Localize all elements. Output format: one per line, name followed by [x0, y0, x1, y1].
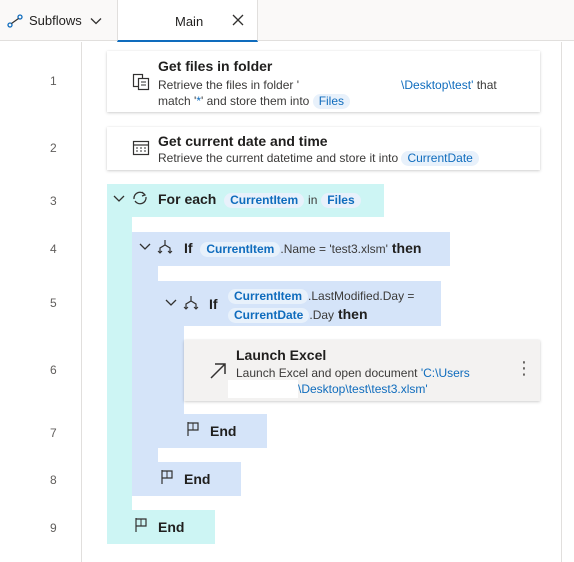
- tab-bar: Subflows Main: [0, 0, 574, 42]
- keyword-then: then: [337, 306, 368, 322]
- condition-text: .LastModified.Day =: [308, 289, 415, 303]
- line-number: 3: [50, 194, 57, 208]
- action-description-line2: \Desktop\test\test3.xlsm': [228, 380, 428, 398]
- action-description-line2: match '*' and store them into Files: [158, 92, 351, 110]
- folder-path: \Desktop\test': [401, 78, 474, 92]
- keyword-if: If: [209, 296, 218, 312]
- action-description: Retrieve the current datetime and store …: [158, 149, 479, 167]
- action-get-current-date-time[interactable]: Get current date and time Retrieve the c…: [107, 127, 540, 170]
- desc-text: Retrieve the current datetime and store …: [158, 151, 399, 165]
- end-label: End: [158, 519, 185, 535]
- condition-text: .Name = 'test3.xlsm': [280, 242, 388, 256]
- action-title: Launch Excel: [236, 347, 327, 363]
- chevron-down-icon[interactable]: [113, 194, 125, 204]
- action-title: Get files in folder: [158, 58, 273, 74]
- canvas-border: [561, 42, 562, 562]
- variable-current-item[interactable]: CurrentItem: [228, 289, 309, 304]
- if-condition-nested: CurrentItem .LastModified.Day = CurrentDa…: [228, 286, 414, 324]
- line-number: 8: [50, 473, 57, 487]
- loop-icon: [133, 191, 147, 205]
- flag-icon: [187, 422, 199, 436]
- keyword-then: then: [391, 240, 422, 256]
- flag-icon: [135, 518, 147, 532]
- branch-icon: [157, 240, 173, 254]
- calendar-icon: [132, 140, 150, 156]
- variable-current-date[interactable]: CurrentDate: [401, 151, 479, 166]
- desc-text: Launch Excel and open document: [236, 366, 418, 380]
- variable-files[interactable]: Files: [312, 94, 351, 109]
- document-path: \Desktop\test\test3.xlsm': [298, 382, 428, 396]
- desc-text: that: [473, 78, 497, 92]
- more-options-icon[interactable]: ⋮: [515, 358, 533, 379]
- branch-icon: [183, 296, 199, 310]
- line-number: 4: [50, 242, 57, 256]
- document-path: 'C:\Users: [420, 366, 470, 380]
- chevron-down-icon[interactable]: [139, 242, 151, 252]
- if-condition: If CurrentItem .Name = 'test3.xlsm' then: [184, 240, 421, 257]
- line-number-gutter: 1 2 3 4 5 6 7 8 9: [0, 42, 82, 562]
- desc-text: ' and store them into: [200, 94, 310, 108]
- redacted-text: [228, 380, 298, 398]
- tab-main[interactable]: Main: [117, 0, 258, 42]
- variable-current-item[interactable]: CurrentItem: [224, 193, 305, 208]
- subflows-dropdown[interactable]: Subflows: [0, 0, 117, 41]
- variable-current-item[interactable]: CurrentItem: [200, 242, 281, 257]
- line-number: 6: [50, 363, 57, 377]
- if-keyword-nested: If: [209, 296, 218, 312]
- line-number: 7: [50, 426, 57, 440]
- keyword-if: If: [184, 240, 193, 256]
- subflows-label: Subflows: [29, 13, 82, 28]
- subflows-icon: [7, 13, 23, 28]
- line-number: 5: [50, 296, 57, 310]
- condition-text: .Day: [309, 308, 335, 322]
- action-title: Get current date and time: [158, 133, 328, 149]
- chevron-down-icon: [90, 17, 102, 24]
- end-label: End: [184, 471, 211, 487]
- desc-text: Retrieve the files in folder ': [158, 78, 300, 92]
- keyword-in: in: [308, 193, 318, 207]
- end-label: End: [210, 423, 237, 439]
- folder-files-icon: [132, 73, 150, 91]
- for-each-text: For each CurrentItem in Files: [158, 191, 361, 208]
- variable-current-date[interactable]: CurrentDate: [228, 308, 310, 323]
- line-number: 1: [50, 74, 57, 88]
- for-each-rail: [107, 217, 132, 544]
- flag-icon: [161, 470, 173, 484]
- desc-text: match ': [158, 94, 197, 108]
- variable-files[interactable]: Files: [321, 193, 361, 208]
- action-get-files-in-folder[interactable]: Get files in folder Retrieve the files i…: [107, 51, 540, 112]
- close-icon[interactable]: [232, 14, 244, 26]
- action-launch-excel[interactable]: Launch Excel Launch Excel and open docum…: [184, 340, 540, 401]
- keyword-for-each: For each: [158, 191, 217, 207]
- launch-arrow-icon: [210, 363, 226, 379]
- chevron-down-icon[interactable]: [165, 298, 177, 308]
- line-number: 9: [50, 521, 57, 535]
- line-number: 2: [50, 141, 57, 155]
- tab-main-label: Main: [175, 14, 204, 29]
